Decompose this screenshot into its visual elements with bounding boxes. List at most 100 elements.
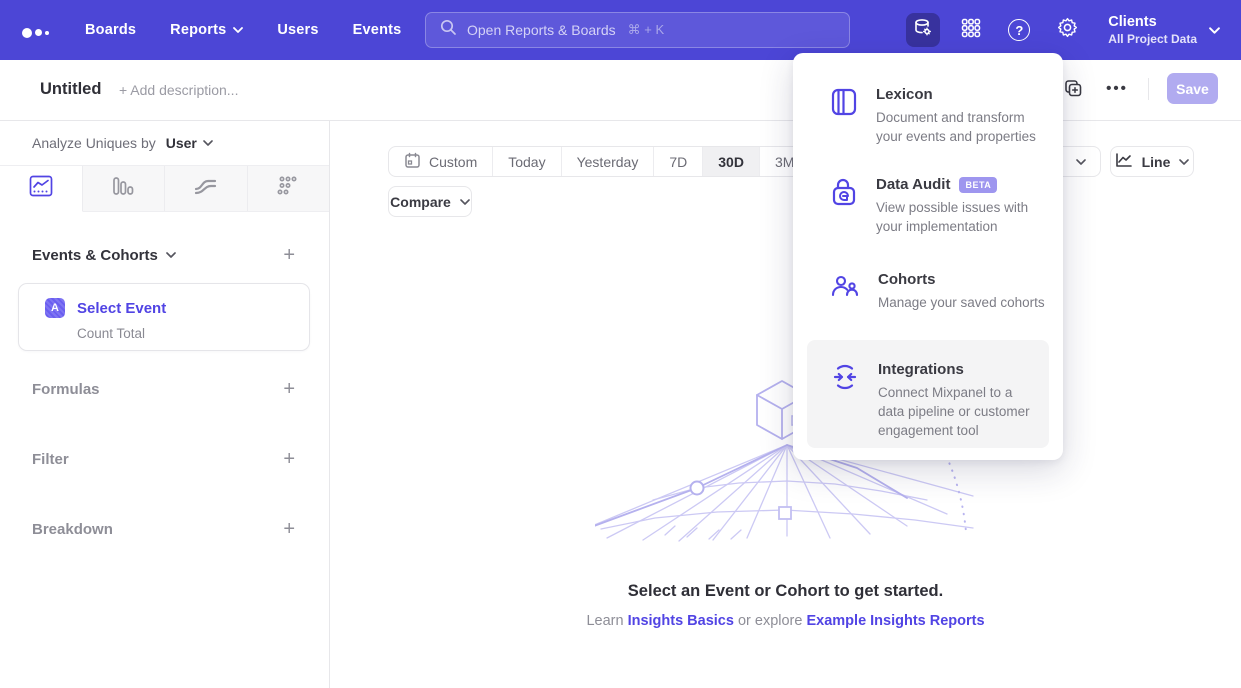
range-custom[interactable]: Custom xyxy=(389,147,493,176)
events-cohorts-header: Events & Cohorts + xyxy=(0,241,329,269)
line-chart-icon xyxy=(29,175,53,202)
select-event-card[interactable]: A Select Event Count Total xyxy=(18,283,310,351)
menu-description: View possible issues with your implement… xyxy=(876,198,1047,236)
nav-reports[interactable]: Reports xyxy=(170,22,243,38)
formulas-section: Formulas + xyxy=(0,375,329,403)
primary-nav: Boards Reports Users Events xyxy=(85,0,401,60)
integrations-sync-icon xyxy=(831,361,859,448)
report-canvas: Custom Today Yesterday 7D 30D 3M 6M Comp… xyxy=(330,121,1241,688)
chevron-down-icon xyxy=(460,199,470,205)
range-7d[interactable]: 7D xyxy=(654,147,703,176)
add-filter-button[interactable]: + xyxy=(283,449,295,469)
line-style-icon xyxy=(1115,152,1133,171)
search-icon xyxy=(440,19,457,41)
report-description-field[interactable]: + Add description... xyxy=(119,82,238,98)
filter-label: Filter xyxy=(32,451,69,468)
data-management-menu: Lexicon Document and transform your even… xyxy=(793,53,1063,460)
analyze-uniques-row: Analyze Uniques by User xyxy=(0,121,329,166)
menu-description: Document and transform your events and p… xyxy=(876,108,1047,146)
menu-description: Manage your saved cohorts xyxy=(878,293,1047,312)
menu-title: Cohorts xyxy=(878,271,936,288)
apps-grid-button[interactable] xyxy=(954,13,988,47)
bar-chart-icon xyxy=(111,175,135,202)
tab-bar-chart[interactable] xyxy=(83,166,166,211)
filter-section: Filter + xyxy=(0,445,329,473)
ellipsis-icon: ••• xyxy=(1106,80,1128,97)
select-event-label[interactable]: Select Event xyxy=(77,300,166,317)
mixpanel-insights-page: Boards Reports Users Events Open Reports… xyxy=(0,0,1241,688)
beta-badge: BETA xyxy=(959,177,997,193)
tab-metrics-grid[interactable] xyxy=(248,166,330,211)
more-options-button[interactable]: ••• xyxy=(1104,76,1130,102)
help-button[interactable]: ? xyxy=(1002,13,1036,47)
chevron-down-icon xyxy=(203,140,213,146)
chevron-down-icon xyxy=(1076,159,1086,165)
top-navigation-bar: Boards Reports Users Events Open Reports… xyxy=(0,0,1241,60)
breakdown-section: Breakdown + xyxy=(0,515,329,543)
dots-grid-icon xyxy=(276,175,300,202)
chevron-down-icon xyxy=(1179,159,1189,165)
lexicon-book-icon xyxy=(831,86,857,146)
search-placeholder: Open Reports & Boards xyxy=(467,22,616,38)
nav-events[interactable]: Events xyxy=(353,22,402,38)
add-event-button[interactable]: + xyxy=(283,245,295,265)
chart-style-dropdown[interactable]: Line xyxy=(1110,146,1194,177)
report-title[interactable]: Untitled xyxy=(40,80,101,99)
org-name: Clients xyxy=(1108,13,1197,31)
add-formula-button[interactable]: + xyxy=(283,379,295,399)
menu-description: Connect Mixpanel to a data pipeline or c… xyxy=(878,383,1037,440)
breakdown-label: Breakdown xyxy=(32,521,113,538)
add-breakdown-button[interactable]: + xyxy=(283,519,295,539)
calendar-icon xyxy=(404,152,421,172)
chevron-down-icon xyxy=(166,252,176,258)
flow-icon xyxy=(193,175,219,202)
divider xyxy=(1148,78,1149,100)
events-cohorts-label[interactable]: Events & Cohorts xyxy=(32,247,176,264)
global-search-input[interactable]: Open Reports & Boards ⌘ + K xyxy=(425,12,850,48)
nav-boards[interactable]: Boards xyxy=(85,22,136,38)
chart-type-tabs xyxy=(0,166,329,212)
search-shortcut: ⌘ + K xyxy=(628,22,665,38)
menu-title: Data Audit xyxy=(876,176,950,193)
event-letter-badge: A xyxy=(45,298,65,318)
menu-title: Integrations xyxy=(878,361,964,378)
project-selector[interactable]: Clients All Project Data xyxy=(1108,13,1219,46)
topbar-right-cluster: ? Clients All Project Data xyxy=(906,0,1241,60)
cohorts-people-icon xyxy=(831,271,859,312)
settings-button[interactable] xyxy=(1050,13,1084,47)
menu-item-lexicon[interactable]: Lexicon Document and transform your even… xyxy=(793,86,1063,146)
compare-button[interactable]: Compare xyxy=(388,186,472,217)
project-name: All Project Data xyxy=(1108,32,1197,47)
insights-basics-link[interactable]: Insights Basics xyxy=(628,613,734,629)
data-management-button[interactable] xyxy=(906,13,940,47)
menu-item-data-audit[interactable]: Data Audit BETA View possible issues wit… xyxy=(793,176,1063,236)
database-gear-icon xyxy=(912,17,934,44)
date-range-control: Custom Today Yesterday 7D 30D 3M 6M xyxy=(388,146,861,177)
nav-users[interactable]: Users xyxy=(277,22,318,38)
middle-text: or explore xyxy=(738,613,802,629)
range-yesterday[interactable]: Yesterday xyxy=(562,147,655,176)
empty-state-heading: Select an Event or Cohort to get started… xyxy=(330,582,1241,601)
analyze-label: Analyze Uniques by xyxy=(32,135,156,151)
query-builder-sidebar: Analyze Uniques by User Events & Cohorts xyxy=(0,121,330,688)
save-button[interactable]: Save xyxy=(1167,73,1218,104)
count-total-label[interactable]: Count Total xyxy=(77,326,309,341)
duplicate-button[interactable] xyxy=(1060,76,1086,102)
help-icon: ? xyxy=(1008,19,1030,41)
analyze-value-dropdown[interactable]: User xyxy=(166,135,213,151)
tab-line-chart[interactable] xyxy=(0,166,83,212)
chevron-down-icon xyxy=(1209,27,1219,33)
formulas-label: Formulas xyxy=(32,381,100,398)
gear-icon xyxy=(1056,16,1079,44)
menu-item-cohorts[interactable]: Cohorts Manage your saved cohorts xyxy=(793,271,1063,312)
menu-item-integrations[interactable]: Integrations Connect Mixpanel to a data … xyxy=(807,340,1049,448)
menu-title: Lexicon xyxy=(876,86,933,103)
chevron-down-icon xyxy=(233,27,243,33)
mixpanel-logo[interactable] xyxy=(22,24,66,36)
grid-icon xyxy=(960,17,982,44)
tab-flow-chart[interactable] xyxy=(165,166,248,211)
report-actions: ••• Save xyxy=(1060,73,1218,104)
range-30d[interactable]: 30D xyxy=(703,147,760,176)
example-reports-link[interactable]: Example Insights Reports xyxy=(806,613,984,629)
range-today[interactable]: Today xyxy=(493,147,561,176)
